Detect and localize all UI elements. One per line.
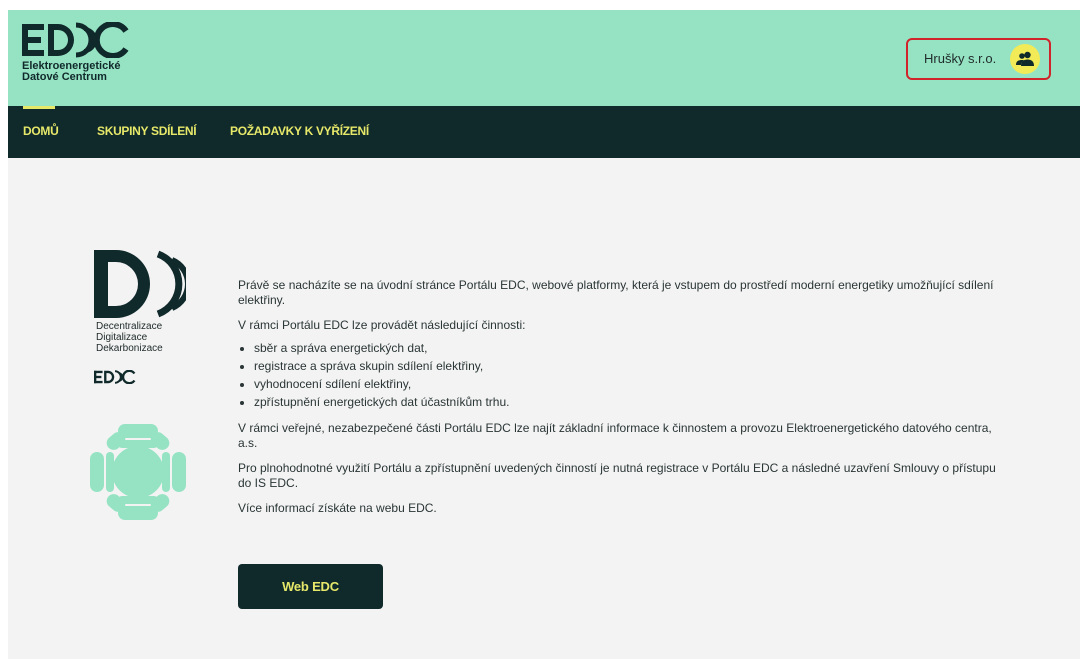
web-edc-button[interactable]: Web EDC xyxy=(238,564,383,609)
ddd-word-2: Digitalizace xyxy=(96,332,148,343)
main-nav: DOMŮ SKUPINY SDÍLENÍ POŽADAVKY K VYŘÍZEN… xyxy=(8,106,1080,158)
nav-item-pozadavky[interactable]: POŽADAVKY K VYŘÍZENÍ xyxy=(230,124,369,138)
ddd-logo xyxy=(94,250,186,318)
list-item: sběr a správa energetických dat, xyxy=(254,339,998,357)
user-menu[interactable]: Hrušky s.r.o. xyxy=(906,38,1051,80)
logo-line-2: Datové Centrum xyxy=(22,71,107,83)
nav-item-domu[interactable]: DOMŮ xyxy=(23,106,59,138)
ddd-word-3: Dekarbonizace xyxy=(96,343,163,354)
circular-pattern-icon xyxy=(90,424,186,520)
registration-text: Pro plnohodnotné využití Portálu a zpřís… xyxy=(238,461,996,490)
activities-heading: V rámci Portálu EDC lze provádět následu… xyxy=(238,318,526,332)
edc-small-logo xyxy=(94,370,136,384)
edc-logo[interactable]: Elektroenergetické Datové Centrum xyxy=(22,22,130,83)
app-frame: Elektroenergetické Datové Centrum Hrušky… xyxy=(8,10,1080,659)
users-icon[interactable] xyxy=(1010,44,1040,74)
ddd-word-1: Decentralizace xyxy=(96,321,163,332)
header: Elektroenergetické Datové Centrum Hrušky… xyxy=(8,10,1080,106)
list-item: registrace a správa skupin sdílení elekt… xyxy=(254,357,998,375)
intro-content: Právě se nacházíte se na úvodní stránce … xyxy=(238,278,998,526)
nav-item-skupiny-sdileni[interactable]: SKUPINY SDÍLENÍ xyxy=(97,124,197,138)
more-info-text: Více informací získáte na webu EDC. xyxy=(238,501,437,515)
list-item: zpřístupnění energetických dat účastníků… xyxy=(254,393,998,411)
intro-text: Právě se nacházíte se na úvodní stránce … xyxy=(238,278,994,307)
edc-logo-mark xyxy=(22,22,129,58)
list-item: vyhodnocení sdílení elektřiny, xyxy=(254,375,998,393)
public-info-text: V rámci veřejné, nezabezpečené části Por… xyxy=(238,421,992,450)
activities-list: sběr a správa energetických dat, registr… xyxy=(238,339,998,411)
user-name: Hrušky s.r.o. xyxy=(924,51,997,66)
